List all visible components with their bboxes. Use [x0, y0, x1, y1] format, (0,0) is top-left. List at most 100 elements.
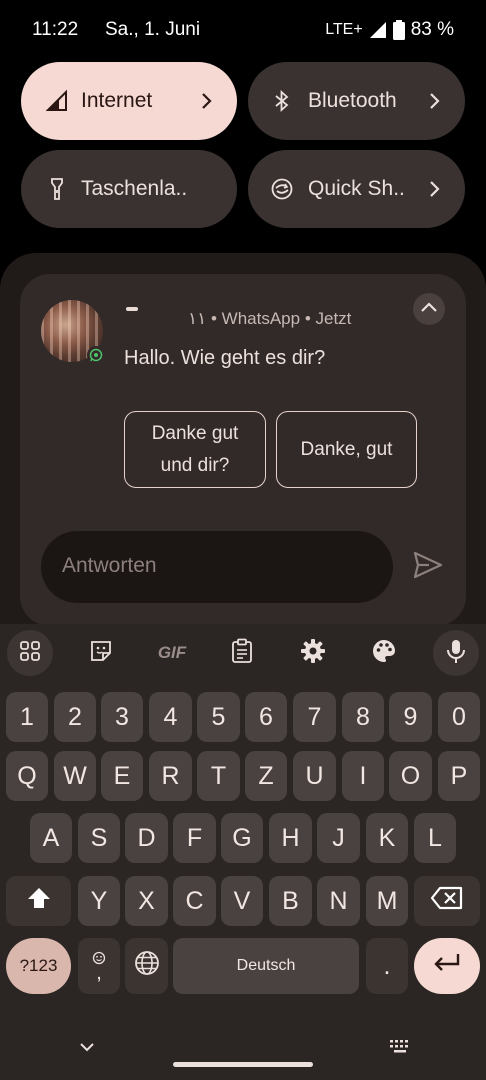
tile-bluetooth[interactable]: Bluetooth	[248, 62, 465, 140]
shift-icon	[26, 886, 52, 917]
key-3[interactable]: 3	[101, 692, 143, 742]
emoji-comma-key[interactable]: ,	[78, 938, 120, 994]
key-y[interactable]: Y	[78, 876, 120, 926]
language-key[interactable]	[125, 938, 168, 994]
clipboard-button[interactable]	[219, 630, 265, 676]
key-k[interactable]: K	[366, 813, 408, 863]
reply-input[interactable]: Antworten	[41, 531, 393, 603]
enter-key[interactable]	[414, 938, 480, 994]
chevron-right-icon	[425, 90, 445, 112]
shift-key[interactable]	[6, 876, 71, 926]
tile-quick-share[interactable]: Quick Sh..	[248, 150, 465, 228]
key-5[interactable]: 5	[197, 692, 240, 742]
battery-icon	[392, 20, 405, 40]
key-l[interactable]: L	[414, 813, 456, 863]
gif-button[interactable]: GIF	[149, 630, 195, 676]
tile-internet[interactable]: Internet	[21, 62, 237, 140]
smart-reply-chip[interactable]: Danke gut und dir?	[124, 411, 266, 488]
signal-icon	[369, 21, 387, 39]
key-u[interactable]: U	[293, 751, 336, 801]
key-1[interactable]: 1	[6, 692, 48, 742]
key-p[interactable]: P	[438, 751, 480, 801]
tile-label: Internet	[81, 89, 153, 112]
keyboard-switch-button[interactable]	[389, 1038, 411, 1061]
home-handle[interactable]	[173, 1062, 313, 1067]
key-n[interactable]: N	[317, 876, 360, 926]
sticker-button[interactable]	[78, 630, 124, 676]
send-button[interactable]	[413, 551, 445, 581]
key-t[interactable]: T	[197, 751, 240, 801]
message-text: Hallo. Wie geht es dir?	[124, 347, 326, 369]
key-r[interactable]: R	[149, 751, 192, 801]
settings-icon	[300, 638, 326, 669]
key-7[interactable]: 7	[293, 692, 336, 742]
key-m[interactable]: M	[366, 876, 408, 926]
key-e[interactable]: E	[101, 751, 143, 801]
tile-label: Bluetooth	[308, 89, 397, 112]
comma-label: ,	[96, 962, 102, 984]
theme-button[interactable]	[361, 630, 407, 676]
key-h[interactable]: H	[269, 813, 312, 863]
key-4[interactable]: 4	[149, 692, 192, 742]
clock: 11:22	[32, 19, 79, 40]
smart-reply-label: Danke, gut	[300, 438, 393, 460]
period-key[interactable]: .	[366, 938, 408, 994]
key-6[interactable]: 6	[245, 692, 287, 742]
backspace-icon	[430, 886, 464, 917]
chevron-right-icon	[425, 178, 445, 200]
symbols-key[interactable]: ?123	[6, 938, 71, 994]
smart-reply-chip[interactable]: Danke, gut	[276, 411, 417, 488]
key-q[interactable]: Q	[6, 751, 48, 801]
clipboard-icon	[230, 638, 254, 669]
tile-flashlight[interactable]: Taschenla..	[21, 150, 237, 228]
status-icons: LTE+ 83 %	[325, 19, 454, 41]
key-0[interactable]: 0	[438, 692, 480, 742]
mic-icon	[445, 638, 467, 669]
key-i[interactable]: I	[342, 751, 384, 801]
space-key[interactable]: Deutsch	[173, 938, 359, 994]
key-w[interactable]: W	[54, 751, 96, 801]
tile-label: Quick Sh..	[308, 177, 405, 200]
gif-icon: GIF	[157, 643, 187, 662]
settings-button[interactable]	[290, 630, 336, 676]
key-g[interactable]: G	[221, 813, 263, 863]
date: Sa., 1. Juni	[105, 19, 201, 40]
signal-icon	[45, 89, 69, 113]
apps-button[interactable]	[7, 630, 53, 676]
backspace-key[interactable]	[414, 876, 480, 926]
palette-icon	[371, 638, 397, 669]
enter-icon	[432, 952, 462, 981]
tile-label: Taschenla..	[81, 177, 188, 200]
key-j[interactable]: J	[317, 813, 360, 863]
key-a[interactable]: A	[30, 813, 72, 863]
key-2[interactable]: 2	[54, 692, 96, 742]
chevron-right-icon	[197, 90, 217, 112]
quick-share-icon	[270, 177, 294, 201]
key-b[interactable]: B	[269, 876, 312, 926]
notification-meta: ١١ • WhatsApp • Jetzt	[188, 309, 352, 328]
key-x[interactable]: X	[125, 876, 168, 926]
key-s[interactable]: S	[78, 813, 120, 863]
whatsapp-icon	[87, 346, 105, 364]
key-8[interactable]: 8	[342, 692, 384, 742]
key-d[interactable]: D	[125, 813, 168, 863]
reply-placeholder: Antworten	[62, 554, 157, 577]
bluetooth-icon	[270, 89, 294, 113]
flashlight-icon	[45, 177, 69, 201]
key-v[interactable]: V	[221, 876, 263, 926]
hide-keyboard-button[interactable]	[78, 1038, 96, 1063]
sender-name	[126, 307, 138, 311]
voice-input-button[interactable]	[433, 630, 479, 676]
status-bar: 11:22 Sa., 1. Juni LTE+ 83 %	[0, 0, 486, 62]
chevron-down-icon	[78, 1043, 96, 1062]
collapse-button[interactable]	[413, 293, 445, 325]
key-c[interactable]: C	[173, 876, 216, 926]
chevron-up-icon	[420, 300, 438, 318]
key-f[interactable]: F	[173, 813, 216, 863]
key-9[interactable]: 9	[389, 692, 432, 742]
key-z[interactable]: Z	[245, 751, 287, 801]
keyboard-icon	[389, 1040, 411, 1060]
send-icon	[413, 551, 443, 583]
key-o[interactable]: O	[389, 751, 432, 801]
globe-icon	[134, 950, 160, 983]
